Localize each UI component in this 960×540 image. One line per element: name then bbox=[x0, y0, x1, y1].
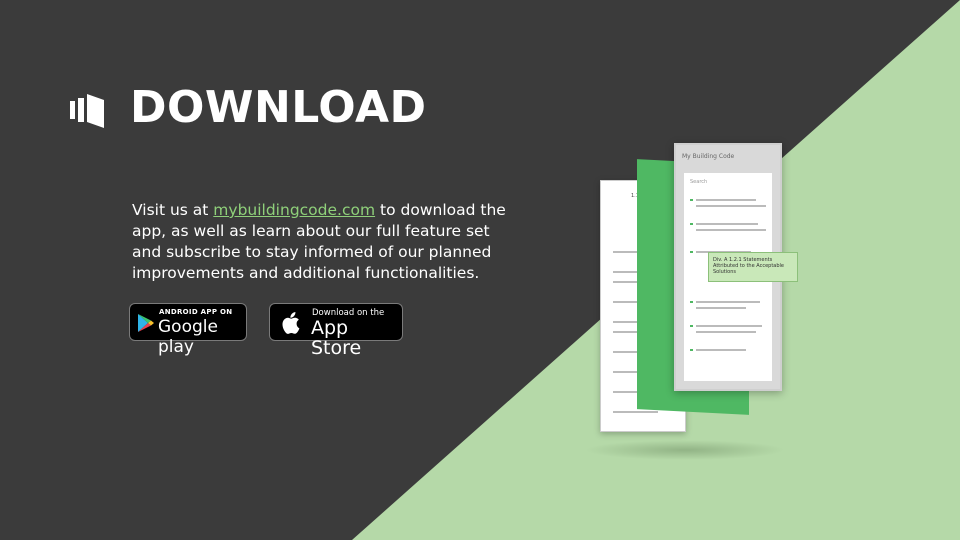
google-play-icon bbox=[138, 314, 154, 332]
text-line bbox=[613, 411, 658, 413]
website-link[interactable]: mybuildingcode.com bbox=[213, 201, 375, 219]
bullet-marker bbox=[690, 301, 693, 303]
text-line bbox=[696, 331, 756, 333]
text-line bbox=[696, 229, 766, 231]
google-badge-small-text: ANDROID APP ON bbox=[159, 308, 233, 316]
front-header-text: My Building Code bbox=[682, 153, 735, 160]
mockup-shadow bbox=[585, 440, 785, 460]
google-play-badge[interactable]: ANDROID APP ON Google play bbox=[129, 303, 247, 357]
brand-logo-icon bbox=[70, 94, 104, 128]
google-badge-big-text: Google play bbox=[158, 317, 218, 357]
popup-callout: Div. A 1.2.1 Statements Attributed to th… bbox=[708, 252, 798, 282]
text-line bbox=[696, 307, 746, 309]
apple-icon bbox=[282, 312, 300, 334]
bullet-marker bbox=[690, 325, 693, 327]
text-line bbox=[696, 199, 756, 201]
text-line bbox=[696, 205, 766, 207]
bullet-marker bbox=[690, 199, 693, 201]
search-placeholder: Search bbox=[690, 179, 708, 185]
description-prefix: Visit us at bbox=[132, 201, 214, 219]
text-line bbox=[696, 349, 746, 351]
bullet-marker bbox=[690, 251, 693, 253]
text-line bbox=[696, 223, 758, 225]
page-title: DOWNLOAD bbox=[130, 82, 427, 133]
text-line bbox=[696, 301, 760, 303]
description-text: Visit us at mybuildingcode.com to downlo… bbox=[132, 200, 522, 284]
app-store-badge[interactable]: Download on the App Store bbox=[269, 303, 403, 358]
apple-badge-big-text: App Store bbox=[311, 317, 362, 359]
text-line bbox=[696, 325, 762, 327]
bullet-marker bbox=[690, 349, 693, 351]
bullet-marker bbox=[690, 223, 693, 225]
